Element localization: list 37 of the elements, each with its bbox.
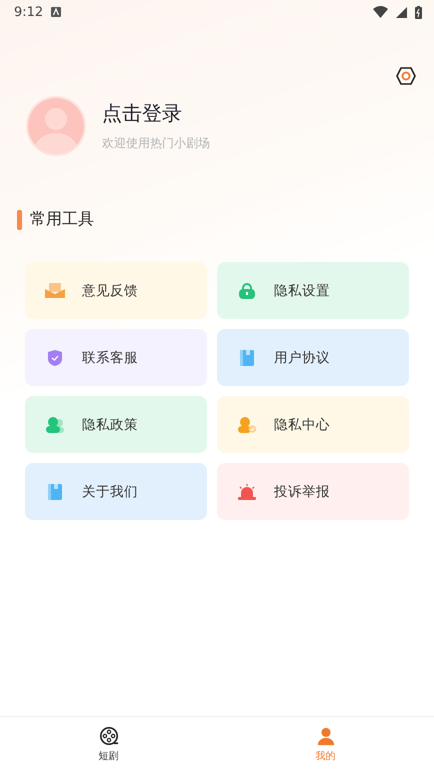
section-accent-bar <box>17 210 22 230</box>
shield-icon <box>45 350 65 366</box>
tool-card[interactable]: 意见反馈 <box>25 262 207 319</box>
welcome-text: 欢迎使用热门小剧场 <box>102 135 210 152</box>
section-title: 常用工具 <box>30 209 94 230</box>
settings-icon[interactable] <box>396 66 416 86</box>
notification-icon <box>51 7 62 17</box>
siren-icon <box>237 484 257 500</box>
nav-tab[interactable]: 短剧 <box>0 717 217 771</box>
status-time: 9:12 <box>14 4 44 20</box>
tool-card[interactable]: 投诉举报 <box>217 463 409 520</box>
film-reel-icon <box>98 726 118 746</box>
battery-icon <box>415 6 422 18</box>
tool-label: 投诉举报 <box>274 482 330 500</box>
tool-label: 隐私政策 <box>82 416 138 434</box>
book-icon <box>45 484 65 500</box>
tool-label: 意见反馈 <box>82 282 138 300</box>
tool-card[interactable]: 联系客服 <box>25 329 207 386</box>
tool-label: 隐私中心 <box>274 416 330 434</box>
tool-label: 隐私设置 <box>274 282 330 300</box>
users-icon <box>45 416 65 432</box>
tool-card[interactable]: 隐私政策 <box>25 396 207 453</box>
tool-label: 关于我们 <box>82 482 138 500</box>
login-link[interactable]: 点击登录 <box>102 100 210 127</box>
tool-label: 用户协议 <box>274 348 330 366</box>
signal-icon <box>396 6 407 18</box>
wifi-icon <box>373 6 388 18</box>
user-check-icon <box>237 416 257 432</box>
envelope-icon <box>45 282 65 298</box>
tool-card[interactable]: 用户协议 <box>217 329 409 386</box>
person-icon <box>316 726 336 746</box>
lock-icon <box>237 282 257 298</box>
tool-card[interactable]: 隐私中心 <box>217 396 409 453</box>
tool-label: 联系客服 <box>82 348 138 366</box>
tool-card[interactable]: 关于我们 <box>25 463 207 520</box>
book-icon <box>237 350 257 366</box>
tool-card[interactable]: 隐私设置 <box>217 262 409 319</box>
